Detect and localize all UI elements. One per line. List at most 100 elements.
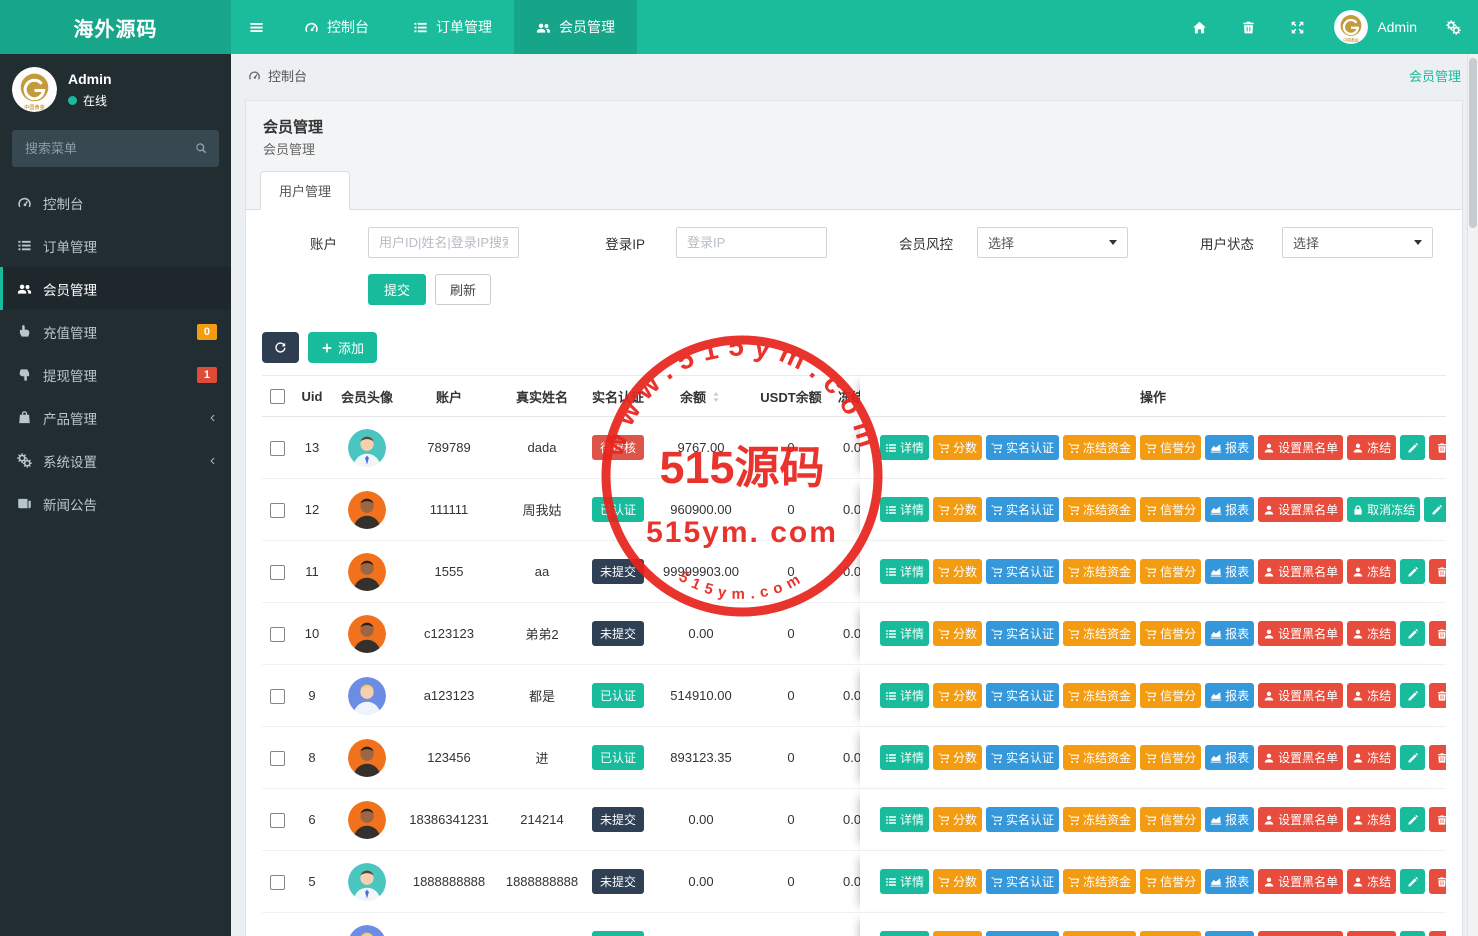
row-checkbox[interactable]	[269, 626, 285, 642]
topnav-item-orders[interactable]: 订单管理	[391, 0, 514, 54]
report-button[interactable]: 报表	[1205, 869, 1255, 894]
sidebar-item-news[interactable]: 新闻公告	[0, 482, 231, 525]
blacklist-button[interactable]: 设置黑名单	[1258, 931, 1344, 936]
score-button[interactable]: 分数	[933, 497, 983, 522]
status-select[interactable]: 选择	[1282, 227, 1433, 258]
select-all-checkbox[interactable]	[269, 389, 285, 405]
edit-button[interactable]	[1400, 621, 1426, 646]
score-button[interactable]: 分数	[933, 683, 983, 708]
delete-button[interactable]	[1429, 435, 1446, 460]
row-checkbox[interactable]	[269, 564, 285, 580]
score-button[interactable]: 分数	[933, 931, 983, 936]
fullscreen-button[interactable]	[1273, 0, 1322, 54]
table-refresh-button[interactable]	[262, 332, 299, 363]
column-header[interactable]: 余额	[648, 375, 754, 417]
topnav-item-dashboard[interactable]: 控制台	[282, 0, 391, 54]
detail-button[interactable]: 详情	[880, 807, 930, 832]
realname-auth-button[interactable]: 实名认证	[986, 683, 1060, 708]
freeze-button[interactable]: 冻结	[1347, 683, 1397, 708]
realname-auth-button[interactable]: 实名认证	[986, 497, 1060, 522]
menu-search-input[interactable]	[12, 130, 219, 167]
score-button[interactable]: 分数	[933, 435, 983, 460]
account-search-input[interactable]	[368, 227, 519, 258]
edit-button[interactable]	[1400, 683, 1426, 708]
blacklist-button[interactable]: 设置黑名单	[1258, 807, 1344, 832]
freeze-button[interactable]: 冻结	[1347, 435, 1397, 460]
edit-button[interactable]	[1400, 745, 1426, 770]
detail-button[interactable]: 详情	[880, 559, 930, 584]
sidebar-toggle-button[interactable]	[231, 0, 282, 54]
report-button[interactable]: 报表	[1205, 745, 1255, 770]
freeze-funds-button[interactable]: 冻结资金	[1063, 931, 1137, 936]
freeze-funds-button[interactable]: 冻结资金	[1063, 559, 1137, 584]
unfreeze-button[interactable]: 取消冻结	[1347, 497, 1421, 522]
detail-button[interactable]: 详情	[880, 497, 930, 522]
report-button[interactable]: 报表	[1205, 497, 1255, 522]
add-member-button[interactable]: 添加	[308, 332, 378, 363]
report-button[interactable]: 报表	[1205, 559, 1255, 584]
sidebar-item-recharge[interactable]: 充值管理 0	[0, 310, 231, 353]
trash-button[interactable]	[1224, 0, 1273, 54]
brand-logo[interactable]: 海外源码	[0, 0, 231, 54]
delete-button[interactable]	[1429, 621, 1446, 646]
sidebar-item-dashboard[interactable]: 控制台	[0, 181, 231, 224]
score-button[interactable]: 分数	[933, 559, 983, 584]
settings-gears-button[interactable]	[1429, 0, 1478, 54]
breadcrumb-current[interactable]: 会员管理	[1409, 66, 1461, 85]
edit-button[interactable]	[1400, 931, 1426, 936]
blacklist-button[interactable]: 设置黑名单	[1258, 559, 1344, 584]
row-checkbox[interactable]	[269, 688, 285, 704]
credit-score-button[interactable]: 信誉分	[1140, 559, 1202, 584]
detail-button[interactable]: 详情	[880, 745, 930, 770]
sidebar-item-withdraw[interactable]: 提现管理 1	[0, 353, 231, 396]
edit-button[interactable]	[1424, 497, 1446, 522]
detail-button[interactable]: 详情	[880, 621, 930, 646]
sidebar-item-members[interactable]: 会员管理	[0, 267, 231, 310]
row-checkbox[interactable]	[269, 440, 285, 456]
score-button[interactable]: 分数	[933, 745, 983, 770]
freeze-button[interactable]: 冻结	[1347, 807, 1397, 832]
sidebar-item-orders[interactable]: 订单管理	[0, 224, 231, 267]
login-ip-input[interactable]	[676, 227, 827, 258]
blacklist-button[interactable]: 设置黑名单	[1258, 435, 1344, 460]
freeze-button[interactable]: 冻结	[1347, 745, 1397, 770]
freeze-funds-button[interactable]: 冻结资金	[1063, 497, 1137, 522]
user-menu[interactable]: 中国黄金 Admin	[1322, 0, 1429, 54]
blacklist-button[interactable]: 设置黑名单	[1258, 745, 1344, 770]
detail-button[interactable]: 详情	[880, 931, 930, 936]
delete-button[interactable]	[1429, 745, 1446, 770]
realname-auth-button[interactable]: 实名认证	[986, 807, 1060, 832]
freeze-funds-button[interactable]: 冻结资金	[1063, 745, 1137, 770]
freeze-funds-button[interactable]: 冻结资金	[1063, 435, 1137, 460]
realname-auth-button[interactable]: 实名认证	[986, 621, 1060, 646]
blacklist-button[interactable]: 设置黑名单	[1258, 497, 1344, 522]
row-checkbox[interactable]	[269, 502, 285, 518]
score-button[interactable]: 分数	[933, 621, 983, 646]
freeze-funds-button[interactable]: 冻结资金	[1063, 621, 1137, 646]
freeze-button[interactable]: 冻结	[1347, 931, 1397, 936]
search-icon[interactable]	[194, 141, 208, 155]
credit-score-button[interactable]: 信誉分	[1140, 621, 1202, 646]
edit-button[interactable]	[1400, 559, 1426, 584]
sidebar-item-products[interactable]: 产品管理	[0, 396, 231, 439]
realname-auth-button[interactable]: 实名认证	[986, 869, 1060, 894]
credit-score-button[interactable]: 信誉分	[1140, 683, 1202, 708]
report-button[interactable]: 报表	[1205, 683, 1255, 708]
realname-auth-button[interactable]: 实名认证	[986, 559, 1060, 584]
sidebar-item-settings[interactable]: 系统设置	[0, 439, 231, 482]
topnav-item-members[interactable]: 会员管理	[514, 0, 637, 54]
credit-score-button[interactable]: 信誉分	[1140, 869, 1202, 894]
row-checkbox[interactable]	[269, 874, 285, 890]
score-button[interactable]: 分数	[933, 807, 983, 832]
detail-button[interactable]: 详情	[880, 869, 930, 894]
risk-select[interactable]: 选择	[977, 227, 1128, 258]
edit-button[interactable]	[1400, 435, 1426, 460]
credit-score-button[interactable]: 信誉分	[1140, 745, 1202, 770]
refresh-button[interactable]: 刷新	[435, 274, 492, 305]
delete-button[interactable]	[1429, 869, 1446, 894]
home-button[interactable]	[1175, 0, 1224, 54]
credit-score-button[interactable]: 信誉分	[1140, 435, 1202, 460]
delete-button[interactable]	[1429, 559, 1446, 584]
freeze-button[interactable]: 冻结	[1347, 621, 1397, 646]
scrollbar-thumb[interactable]	[1469, 58, 1477, 228]
